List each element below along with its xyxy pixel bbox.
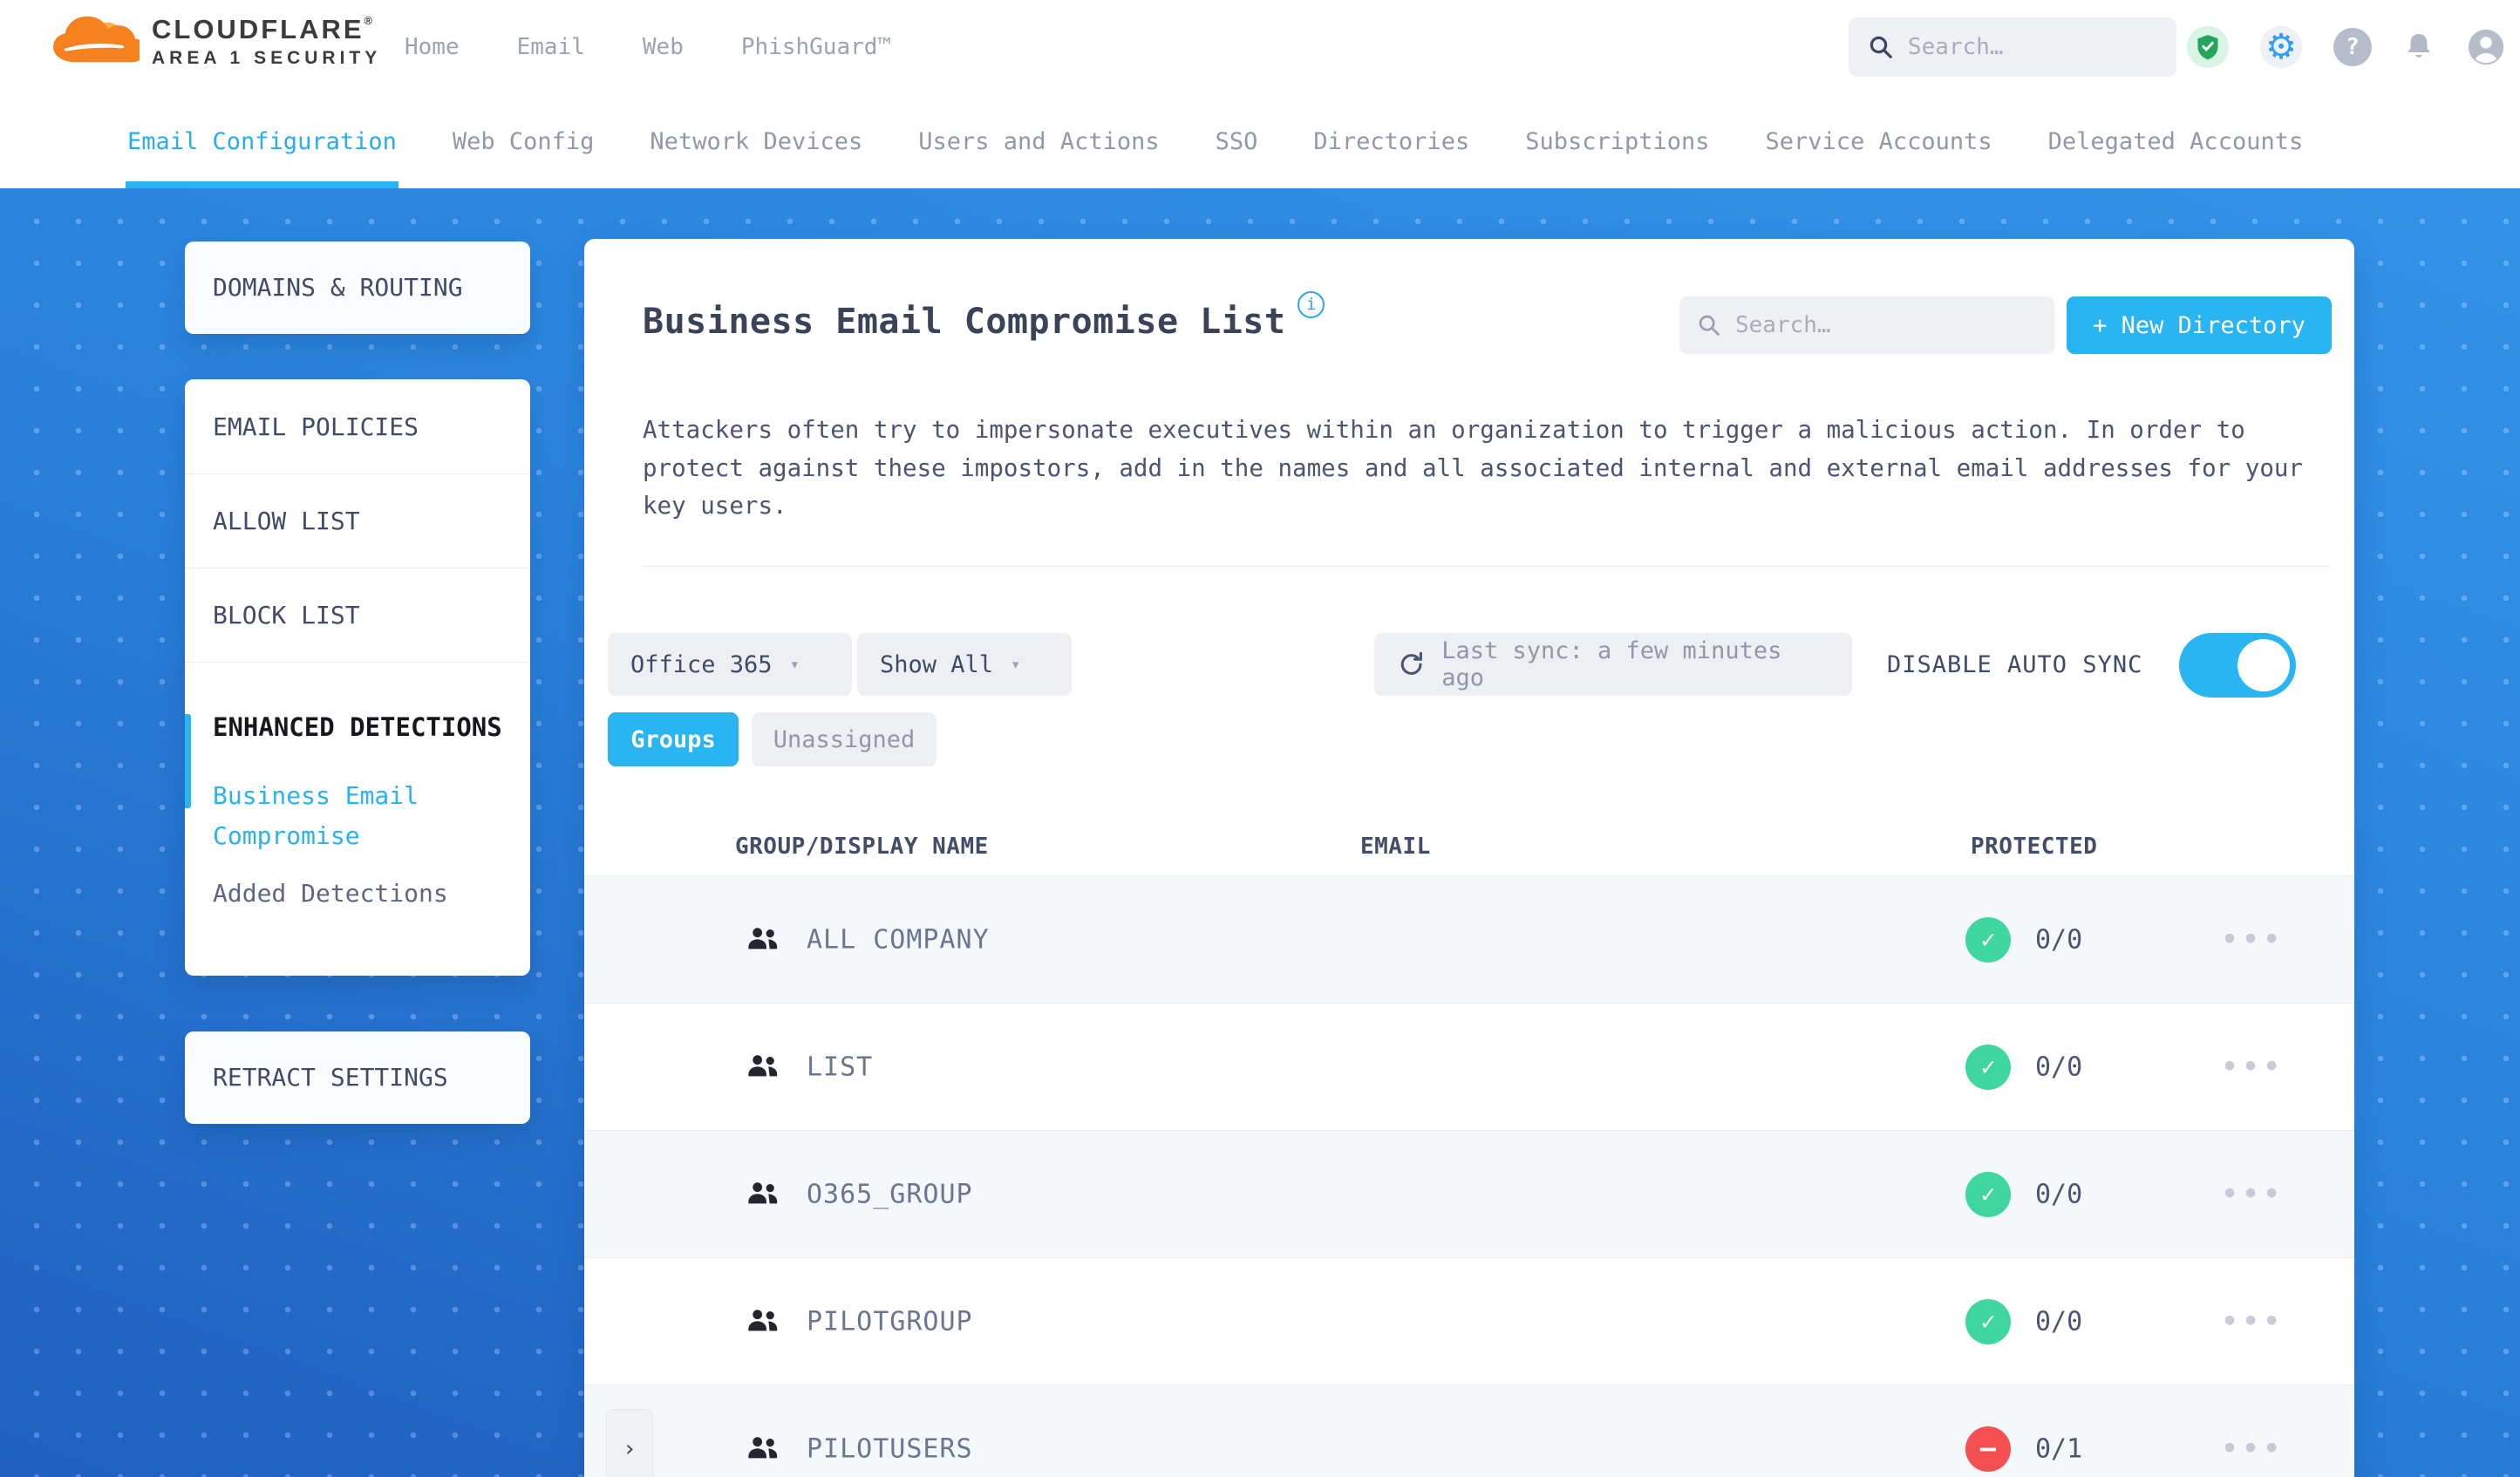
sidebar-item-added-detections[interactable]: Added Detections: [213, 879, 502, 908]
sidebar-section-enhanced-detections: ENHANCED DETECTIONS Business Email Compr…: [185, 662, 530, 943]
tab-web-config[interactable]: Web Config: [453, 94, 595, 188]
tab-service-accounts[interactable]: Service Accounts: [1766, 94, 1992, 188]
table-row[interactable]: O365_GROUP ✓ 0/0 •••: [584, 1130, 2354, 1257]
table-row[interactable]: PILOTGROUP ✓ 0/0 •••: [584, 1257, 2354, 1385]
tab-unassigned[interactable]: Unassigned: [752, 712, 936, 766]
expand-row-button[interactable]: ›: [606, 1408, 653, 1477]
list-search[interactable]: [1679, 296, 2054, 354]
table-row[interactable]: LIST ✓ 0/0 •••: [584, 1003, 2354, 1130]
group-people-icon: [746, 925, 780, 955]
chevron-down-icon: ▾: [1011, 655, 1021, 674]
protected-ok-icon: ✓: [1965, 1044, 2011, 1090]
page-description: Attackers often try to impersonate execu…: [643, 416, 2303, 520]
sidebar-item-block-list[interactable]: BLOCK LIST: [185, 568, 530, 662]
group-name: ALL COMPANY: [807, 924, 990, 955]
nav-phishguard[interactable]: PhishGuard™: [741, 34, 891, 60]
search-icon: [1868, 34, 1894, 60]
group-people-icon: [746, 1307, 780, 1337]
page-title: Business Email Compromise List i: [643, 291, 1325, 342]
sidebar-item-business-email-compromise[interactable]: Business Email Compromise: [213, 776, 502, 856]
column-header-group-name: GROUP/DISPLAY NAME: [735, 834, 989, 860]
tab-subscriptions[interactable]: Subscriptions: [1525, 94, 1709, 188]
sidebar-item-domains-routing[interactable]: DOMAINS & ROUTING: [185, 242, 530, 334]
sidebar-card-retract-settings[interactable]: RETRACT SETTINGS: [185, 1031, 530, 1124]
tab-users-and-actions[interactable]: Users and Actions: [918, 94, 1159, 188]
row-menu-icon[interactable]: •••: [2222, 924, 2285, 955]
group-name: LIST: [807, 1052, 874, 1082]
global-search-input[interactable]: [1908, 34, 2157, 60]
table-row[interactable]: ALL COMPANY ✓ 0/0 •••: [584, 875, 2354, 1003]
protected-count: 0/0: [2035, 924, 2083, 955]
tab-groups[interactable]: Groups: [608, 712, 739, 766]
column-header-protected: PROTECTED: [1971, 834, 2098, 860]
nav-email[interactable]: Email: [517, 34, 585, 60]
profile-avatar-icon[interactable]: [2466, 27, 2506, 67]
toggle-knob: [2237, 639, 2290, 691]
tab-sso[interactable]: SSO: [1216, 94, 1258, 188]
refresh-icon: [1400, 651, 1422, 675]
nav-web[interactable]: Web: [643, 34, 684, 60]
group-people-icon: [746, 1180, 780, 1209]
row-menu-icon[interactable]: •••: [2222, 1179, 2285, 1209]
sidebar-item-email-policies[interactable]: EMAIL POLICIES: [185, 379, 530, 473]
registered-mark: ®: [364, 13, 376, 27]
notifications-bell-icon[interactable]: [2403, 31, 2435, 64]
security-shield-icon[interactable]: [2187, 26, 2229, 68]
top-header: CLOUDFLARE® AREA 1 SECURITY Home Email W…: [0, 0, 2520, 94]
help-icon[interactable]: ?: [2333, 28, 2372, 66]
protected-ok-icon: ✓: [1965, 1298, 2011, 1344]
divider: [643, 566, 2331, 567]
cloudflare-cloud-icon: [49, 12, 146, 70]
protected-count: 0/1: [2035, 1433, 2083, 1464]
logo-subtitle: AREA 1 SECURITY: [152, 47, 382, 68]
last-sync-status[interactable]: Last sync: a few minutes ago: [1374, 633, 1852, 696]
column-header-email: EMAIL: [1360, 834, 1431, 860]
row-menu-icon[interactable]: •••: [2222, 1052, 2285, 1082]
protected-ok-icon: ✓: [1965, 916, 2011, 963]
group-name: PILOTUSERS: [807, 1433, 973, 1464]
row-menu-icon[interactable]: •••: [2222, 1306, 2285, 1337]
tab-directories[interactable]: Directories: [1313, 94, 1469, 188]
directory-select[interactable]: Office 365 ▾: [608, 633, 852, 696]
cloudflare-logo: CLOUDFLARE® AREA 1 SECURITY: [49, 12, 381, 70]
list-search-input[interactable]: [1735, 312, 2037, 338]
group-name: PILOTGROUP: [807, 1306, 973, 1337]
chevron-right-icon: ›: [623, 1435, 637, 1462]
global-search[interactable]: [1849, 17, 2176, 77]
secondary-navigation: Email Configuration Web Config Network D…: [0, 94, 2520, 188]
protected-count: 0/0: [2035, 1052, 2083, 1082]
last-sync-text: Last sync: a few minutes ago: [1441, 637, 1782, 691]
group-people-icon: [746, 1434, 780, 1464]
nav-home[interactable]: Home: [405, 34, 460, 60]
sidebar-card-domains-routing[interactable]: DOMAINS & ROUTING: [185, 242, 530, 334]
protected-count: 0/0: [2035, 1306, 2083, 1337]
tab-email-configuration[interactable]: Email Configuration: [126, 94, 398, 188]
filter-select[interactable]: Show All ▾: [857, 633, 1072, 696]
protected-blocked-icon: −: [1965, 1426, 2011, 1472]
tab-network-devices[interactable]: Network Devices: [650, 94, 862, 188]
active-item-indicator: [185, 714, 191, 808]
info-icon[interactable]: i: [1297, 291, 1325, 318]
sidebar-card-policies: EMAIL POLICIES ALLOW LIST BLOCK LIST ENH…: [185, 379, 530, 976]
groups-table: ALL COMPANY ✓ 0/0 ••• LIST ✓ 0/0 ••• O36…: [584, 875, 2354, 1477]
search-icon: [1697, 313, 1721, 337]
tab-delegated-accounts[interactable]: Delegated Accounts: [2048, 94, 2304, 188]
chevron-down-icon: ▾: [789, 655, 800, 674]
auto-sync-label: DISABLE AUTO SYNC: [1887, 650, 2143, 678]
auto-sync-toggle[interactable]: [2179, 633, 2296, 698]
sidebar-item-allow-list[interactable]: ALLOW LIST: [185, 473, 530, 568]
logo-wordmark: CLOUDFLARE®: [152, 13, 376, 44]
protected-ok-icon: ✓: [1965, 1171, 2011, 1217]
top-navigation: Home Email Web PhishGuard™: [405, 0, 891, 94]
table-row[interactable]: › PILOTUSERS − 0/1 •••: [584, 1385, 2354, 1477]
group-name: O365_GROUP: [807, 1179, 973, 1209]
row-menu-icon[interactable]: •••: [2222, 1433, 2285, 1464]
new-directory-button[interactable]: + New Directory: [2067, 296, 2332, 354]
main-panel: Business Email Compromise Listi + New Di…: [584, 239, 2354, 1477]
protected-count: 0/0: [2035, 1179, 2083, 1209]
group-people-icon: [746, 1052, 780, 1082]
sidebar-item-retract-settings[interactable]: RETRACT SETTINGS: [185, 1031, 530, 1124]
sidebar-item-enhanced-detections[interactable]: ENHANCED DETECTIONS: [213, 708, 502, 746]
settings-gear-icon[interactable]: ⚙: [2260, 26, 2302, 68]
